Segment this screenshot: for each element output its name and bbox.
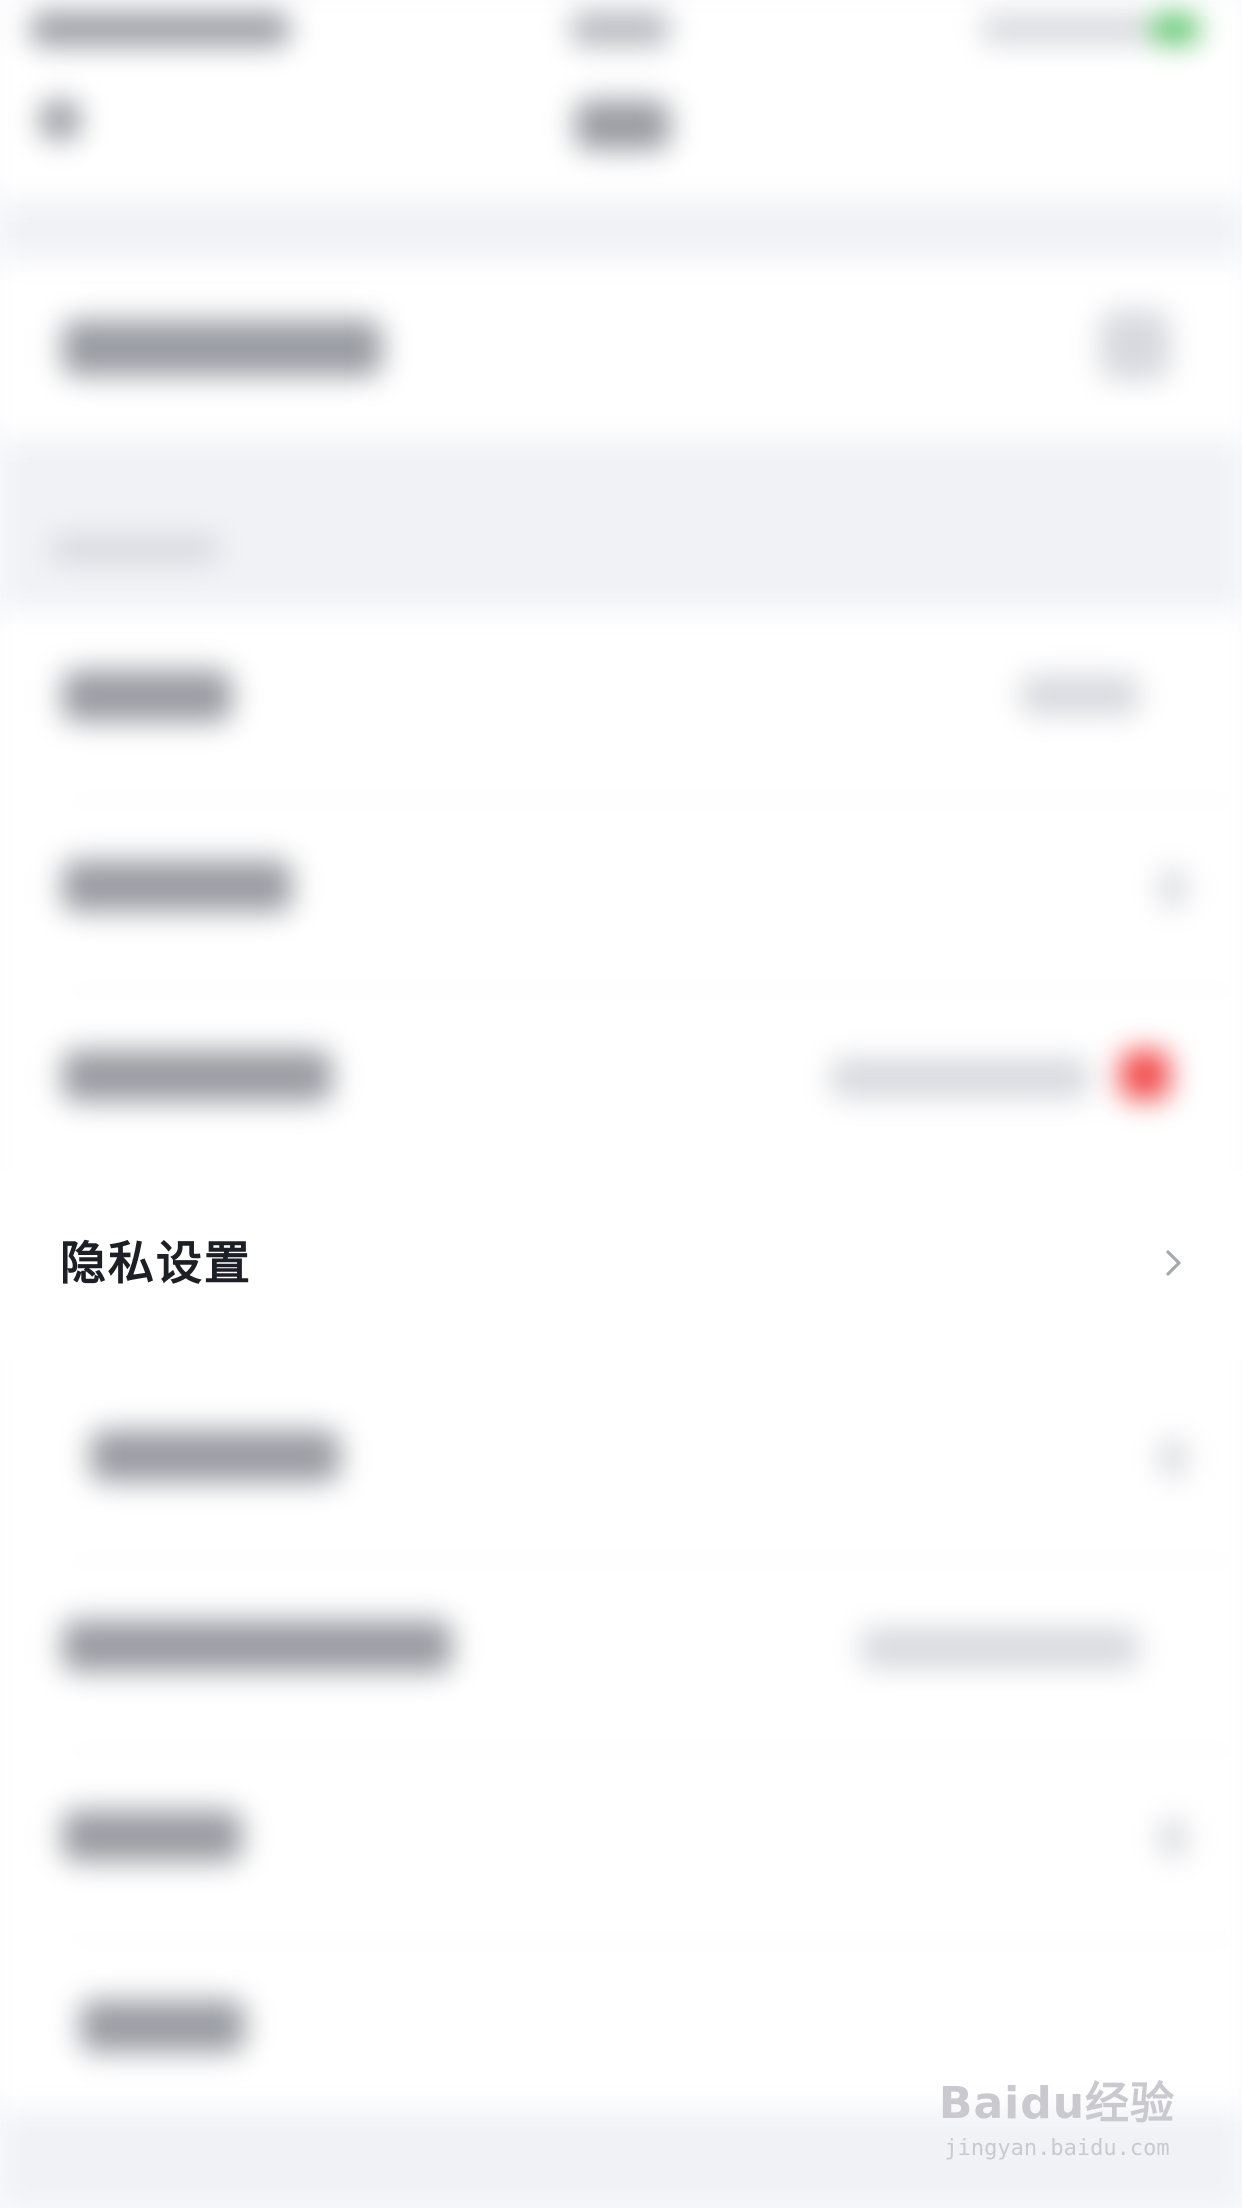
status-bar <box>0 0 1242 80</box>
settings-screen: 隐私设置 Baidu经验 jingyan.baidu.com <box>0 0 1242 2208</box>
watermark-url: jingyan.baidu.com <box>944 2136 1170 2161</box>
privacy-settings-row[interactable]: 隐私设置 <box>0 1170 1242 1360</box>
navigation-bar <box>0 80 1242 200</box>
chevron-right-icon <box>1166 1250 1181 1276</box>
privacy-settings-label: 隐私设置 <box>60 1236 252 1290</box>
blurred-background <box>0 0 1242 2208</box>
watermark: Baidu经验 jingyan.baidu.com <box>932 2074 1182 2184</box>
watermark-brand: Baidu经验 <box>938 2078 1176 2129</box>
